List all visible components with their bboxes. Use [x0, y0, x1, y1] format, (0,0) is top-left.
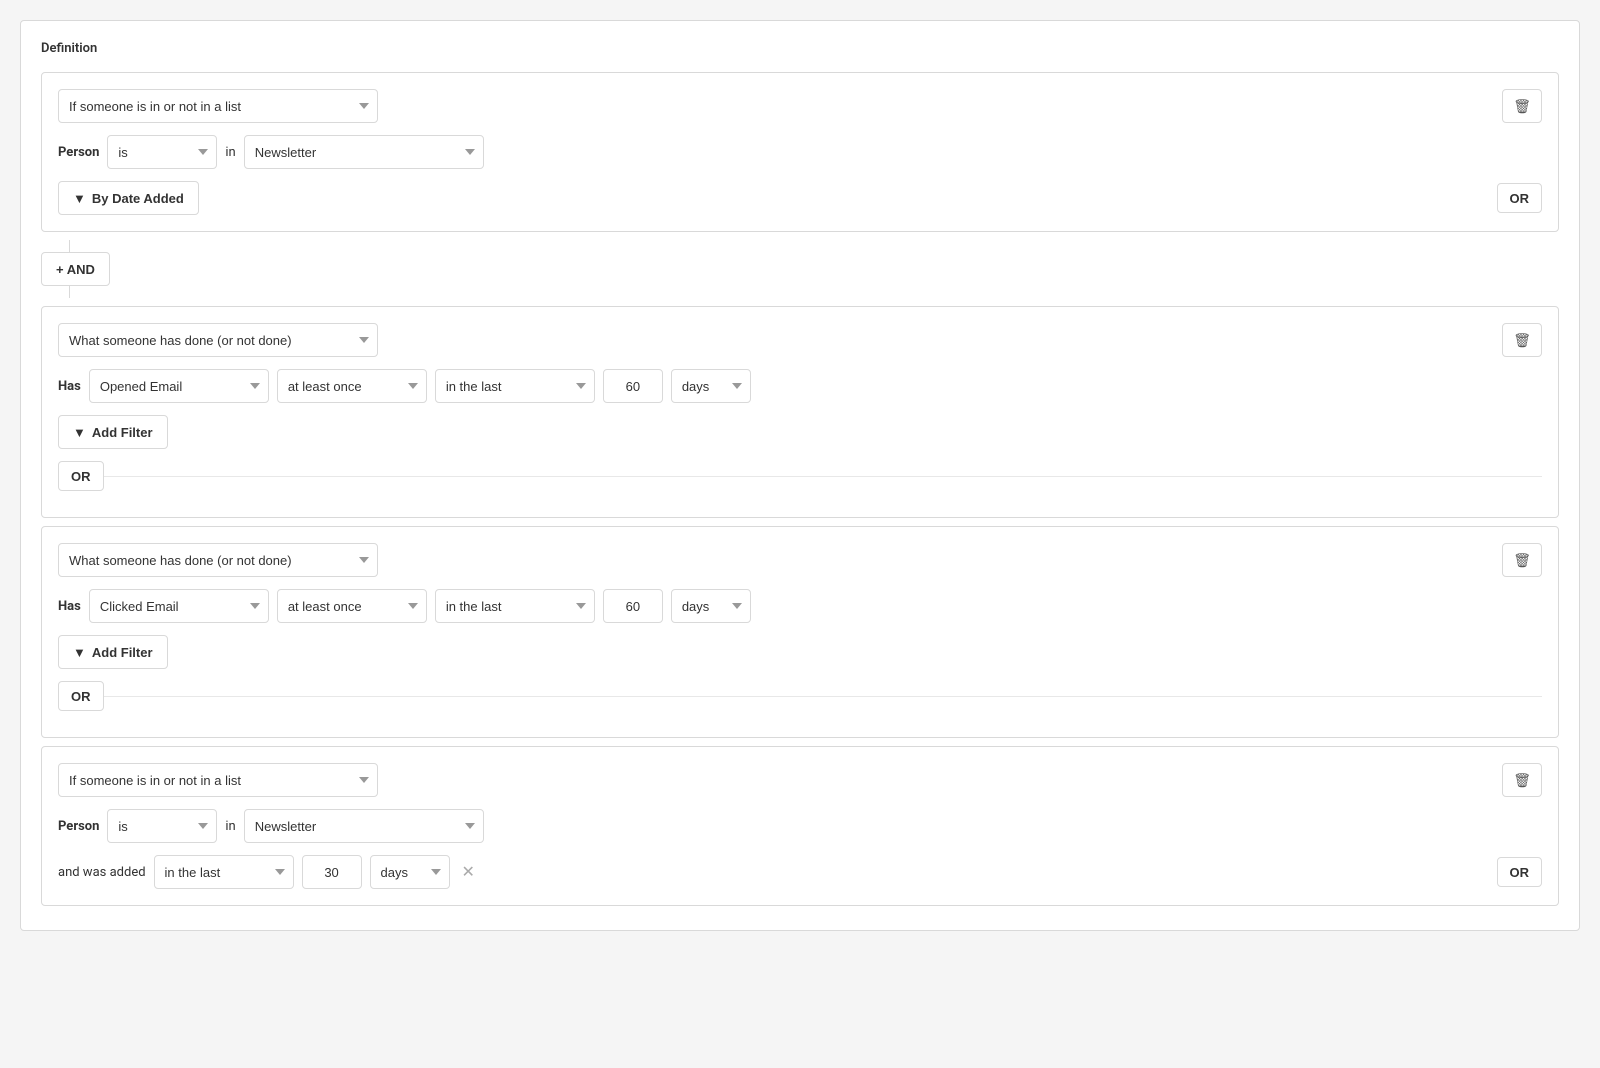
block4-date-unit-dropdown[interactable]: days [370, 855, 450, 889]
block2-or-label: OR [71, 469, 91, 484]
block3-has-row: Has Clicked Email at least once in the l… [58, 589, 1542, 623]
block1-person-label: Person [58, 145, 99, 160]
block2-filter-row: ▼ Add Filter [58, 415, 1542, 449]
block2-delete-button[interactable]: 🗑 [1502, 323, 1542, 357]
condition-block-4-top-row: If someone is in or not in a list 🗑 [58, 763, 1542, 797]
block1-is-dropdown[interactable]: is [107, 135, 217, 169]
block4-date-clear-button[interactable]: ✕ [458, 862, 479, 882]
block4-date-row: and was added in the last days ✕ OR [58, 855, 1542, 889]
condition-block-2-top-row: What someone has done (or not done) 🗑 [58, 323, 1542, 357]
block3-filter-row: ▼ Add Filter [58, 635, 1542, 669]
condition-block-1: If someone is in or not in a list 🗑 Pers… [41, 72, 1559, 232]
block4-list-dropdown[interactable]: Newsletter [244, 809, 484, 843]
block2-add-filter-button[interactable]: ▼ Add Filter [58, 415, 168, 449]
block3-freq-dropdown[interactable]: at least once [277, 589, 427, 623]
block1-delete-button[interactable]: 🗑 [1502, 89, 1542, 123]
filter-icon-2: ▼ [73, 425, 86, 440]
or-line-2 [104, 476, 1543, 477]
block3-or-label: OR [71, 689, 91, 704]
condition-block-2: What someone has done (or not done) 🗑 Ha… [41, 306, 1559, 518]
block3-add-filter-label: Add Filter [92, 645, 153, 660]
block4-person-row: Person is in Newsletter [58, 809, 1542, 843]
block4-date-number-input[interactable] [302, 855, 362, 889]
block3-or-wrapper: OR [58, 681, 1542, 711]
close-icon: ✕ [462, 862, 475, 882]
block1-list-dropdown[interactable]: Newsletter [244, 135, 484, 169]
or-line-3 [104, 696, 1543, 697]
block2-time-dropdown[interactable]: in the last [435, 369, 595, 403]
block2-or-button[interactable]: OR [58, 461, 104, 491]
block3-unit-dropdown[interactable]: days [671, 589, 751, 623]
definition-panel: Definition If someone is in or not in a … [20, 20, 1580, 931]
block1-filter-label: By Date Added [92, 191, 184, 206]
block1-person-row: Person is in Newsletter [58, 135, 1542, 169]
trash-icon-3: 🗑 [1513, 552, 1531, 569]
block2-add-filter-label: Add Filter [92, 425, 153, 440]
block1-filter-row: ▼ By Date Added OR [58, 181, 1542, 215]
connector-line-2 [69, 286, 70, 298]
block2-number-input[interactable] [603, 369, 663, 403]
block3-or-button[interactable]: OR [58, 681, 104, 711]
block3-action-dropdown[interactable]: Clicked Email [89, 589, 269, 623]
and-label: + AND [56, 262, 95, 277]
block4-date-filter-dropdown[interactable]: in the last [154, 855, 294, 889]
block4-and-was-added-label: and was added [58, 865, 146, 880]
block3-has-label: Has [58, 599, 81, 614]
block1-or-label: OR [1510, 191, 1530, 206]
block2-freq-dropdown[interactable]: at least once [277, 369, 427, 403]
condition-block-1-top-row: If someone is in or not in a list 🗑 [58, 89, 1542, 123]
condition-block-4: If someone is in or not in a list 🗑 Pers… [41, 746, 1559, 906]
block3-number-input[interactable] [603, 589, 663, 623]
block4-or-label: OR [1510, 865, 1530, 880]
block2-has-row: Has Opened Email at least once in the la… [58, 369, 1542, 403]
connector-line-1 [69, 240, 70, 252]
block2-has-label: Has [58, 379, 81, 394]
and-button[interactable]: + AND [41, 252, 110, 286]
block1-by-date-added-button[interactable]: ▼ By Date Added [58, 181, 199, 215]
block3-main-dropdown[interactable]: What someone has done (or not done) [58, 543, 378, 577]
block1-main-dropdown[interactable]: If someone is in or not in a list [58, 89, 378, 123]
condition-block-3-top-row: What someone has done (or not done) 🗑 [58, 543, 1542, 577]
trash-icon: 🗑 [1513, 98, 1531, 115]
block4-in-label: in [225, 819, 235, 834]
definition-title: Definition [41, 41, 1559, 56]
block1-or-button[interactable]: OR [1497, 183, 1543, 213]
block4-is-dropdown[interactable]: is [107, 809, 217, 843]
block3-add-filter-button[interactable]: ▼ Add Filter [58, 635, 168, 669]
block4-delete-button[interactable]: 🗑 [1502, 763, 1542, 797]
block4-or-button[interactable]: OR [1497, 857, 1543, 887]
and-connector: + AND [41, 240, 1559, 298]
block4-main-dropdown[interactable]: If someone is in or not in a list [58, 763, 378, 797]
block2-or-wrapper: OR [58, 461, 1542, 491]
block4-person-label: Person [58, 819, 99, 834]
filter-icon-1: ▼ [73, 191, 86, 206]
filter-icon-3: ▼ [73, 645, 86, 660]
block3-delete-button[interactable]: 🗑 [1502, 543, 1542, 577]
block2-action-dropdown[interactable]: Opened Email [89, 369, 269, 403]
condition-block-3: What someone has done (or not done) 🗑 Ha… [41, 526, 1559, 738]
block3-time-dropdown[interactable]: in the last [435, 589, 595, 623]
trash-icon-2: 🗑 [1513, 332, 1531, 349]
trash-icon-4: 🗑 [1513, 772, 1531, 789]
block1-in-label: in [225, 145, 235, 160]
block2-unit-dropdown[interactable]: days [671, 369, 751, 403]
block2-main-dropdown[interactable]: What someone has done (or not done) [58, 323, 378, 357]
